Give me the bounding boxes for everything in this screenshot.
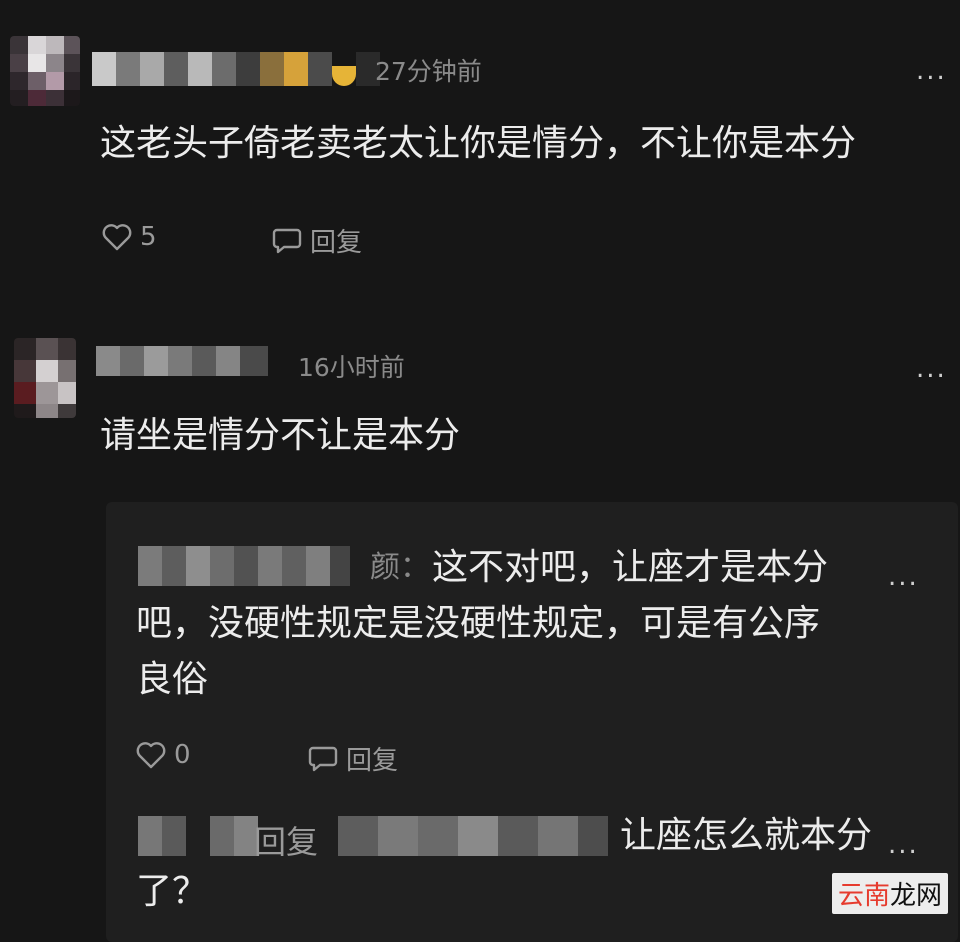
reply-text-line-2: 了？ bbox=[136, 864, 208, 920]
reply-button[interactable]: 回复 bbox=[308, 740, 398, 777]
reply-word: 回复 bbox=[254, 814, 318, 870]
more-dots-icon[interactable]: ... bbox=[916, 356, 947, 382]
reply-1: 颜： 这不对吧，让座才是本分 ... 吧，没硬性规定是没硬性规定，可是有公序 良… bbox=[106, 502, 958, 792]
username-blurred[interactable] bbox=[92, 52, 380, 86]
more-dots-icon[interactable]: ... bbox=[916, 58, 947, 84]
reply-text-line-2: 吧，没硬性规定是没硬性规定，可是有公序 bbox=[136, 596, 820, 652]
comment-2: 16小时前 ... 请坐是情分不让是本分 bbox=[0, 290, 960, 502]
watermark-part-2: 龙网 bbox=[890, 881, 942, 911]
reply-target-blurred[interactable] bbox=[338, 816, 608, 856]
reply-text-line-1: 让座怎么就本分 bbox=[620, 808, 872, 864]
username-blurred[interactable] bbox=[96, 346, 268, 376]
more-dots-icon[interactable]: ... bbox=[888, 832, 919, 858]
reply-2: 回复 让座怎么就本分 ... 了？ bbox=[106, 802, 958, 942]
like-count: 0 bbox=[174, 740, 191, 770]
reply-label: 回复 bbox=[346, 740, 398, 777]
more-dots-icon[interactable]: ... bbox=[888, 564, 919, 590]
avatar[interactable] bbox=[10, 36, 80, 106]
reply-text-line-1: 这不对吧，让座才是本分 bbox=[432, 540, 828, 596]
comment-time: 27分钟前 bbox=[375, 52, 482, 88]
reply-label: 回复 bbox=[310, 222, 362, 259]
comment-1: 27分钟前 ... 这老头子倚老卖老太让你是情分，不让你是本分 5 回复 bbox=[0, 0, 960, 290]
reply-button[interactable]: 回复 bbox=[272, 222, 362, 259]
comment-text: 这老头子倚老卖老太让你是情分，不让你是本分 bbox=[100, 116, 856, 172]
avatar[interactable] bbox=[14, 338, 76, 418]
reply-text-line-3: 良俗 bbox=[136, 652, 208, 708]
reply-author-blurred[interactable] bbox=[138, 816, 258, 856]
comment-time: 16小时前 bbox=[298, 348, 405, 384]
heart-outline-icon bbox=[102, 223, 132, 251]
comment-text: 请坐是情分不让是本分 bbox=[100, 408, 460, 464]
like-count: 5 bbox=[140, 222, 157, 252]
watermark-part-1: 云南 bbox=[838, 881, 890, 911]
speech-bubble-icon bbox=[308, 745, 338, 773]
heart-outline-icon bbox=[136, 741, 166, 769]
replies-container: 颜： 这不对吧，让座才是本分 ... 吧，没硬性规定是没硬性规定，可是有公序 良… bbox=[106, 502, 958, 942]
reply-author-suffix: 颜： bbox=[370, 540, 430, 596]
watermark-logo: 云南龙网 bbox=[832, 873, 948, 914]
like-button[interactable]: 5 bbox=[102, 222, 157, 252]
like-button[interactable]: 0 bbox=[136, 740, 191, 770]
speech-bubble-icon bbox=[272, 227, 302, 255]
reply-author-blurred[interactable] bbox=[138, 546, 350, 586]
